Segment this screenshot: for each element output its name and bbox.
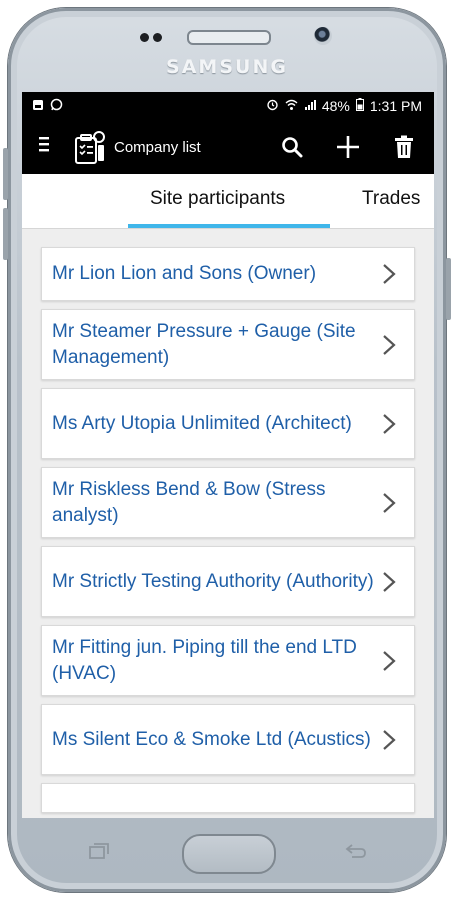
volume-up-button <box>3 148 8 200</box>
earpiece <box>187 30 271 45</box>
search-icon <box>282 137 303 158</box>
active-tab-indicator <box>128 224 330 228</box>
company-list-logo-icon <box>72 129 108 165</box>
list-item[interactable]: Mr Strictly Testing Authority (Authority… <box>41 546 415 617</box>
chevron-right-icon <box>383 413 396 434</box>
recent-apps-icon[interactable] <box>88 842 110 860</box>
delete-button[interactable] <box>384 127 424 167</box>
add-icon <box>337 136 359 158</box>
home-button[interactable] <box>182 834 276 874</box>
chevron-right-icon <box>383 729 396 750</box>
add-button[interactable] <box>328 127 368 167</box>
page-title: Company list <box>114 138 201 156</box>
participant-name: Mr Steamer Pressure + Gauge (Site Manage… <box>52 320 356 368</box>
chevron-right-icon <box>383 650 396 671</box>
gallery-icon <box>32 99 44 114</box>
chevron-right-icon <box>383 492 396 513</box>
front-camera <box>314 27 332 45</box>
participant-name: Mr Strictly Testing Authority (Authority… <box>52 570 374 592</box>
chevron-right-icon <box>383 334 396 355</box>
back-icon[interactable] <box>344 842 368 860</box>
volume-down-button <box>3 208 8 260</box>
search-button[interactable] <box>272 127 312 167</box>
whatsapp-icon <box>50 98 63 114</box>
signal-icon <box>304 99 316 114</box>
participant-name: Ms Silent Eco & Smoke Ltd (Acustics) <box>52 728 371 750</box>
participant-name: Mr Lion Lion and Sons (Owner) <box>52 263 317 284</box>
list-item[interactable]: Ms Arty Utopia Unlimited (Architect) <box>41 388 415 459</box>
list-item[interactable]: Mr Fitting jun. Piping till the end LTD … <box>41 625 415 696</box>
status-bar: 48% 1:31 PM <box>22 92 434 120</box>
status-time: 1:31 PM <box>369 98 422 114</box>
power-button <box>446 258 451 320</box>
tab-bar: Site participants Trades <box>22 174 434 229</box>
list-item[interactable]: Mr Riskless Bend & Bow (Stress analyst) <box>41 467 415 538</box>
chevron-right-icon <box>383 264 396 284</box>
participant-name: Ms Arty Utopia Unlimited (Architect) <box>52 412 352 434</box>
participant-name: Mr Riskless Bend & Bow (Stress analyst) <box>52 478 326 526</box>
app-bar: Company list <box>22 120 434 174</box>
light-sensor <box>153 33 162 42</box>
battery-percentage: 48% <box>321 98 350 114</box>
alarm-icon <box>266 98 279 114</box>
list-item[interactable]: Mr Lion Lion and Sons (Owner) <box>41 247 415 301</box>
list-item[interactable]: Ms Silent Eco & Smoke Ltd (Acustics) <box>41 704 415 775</box>
participants-list: Mr Lion Lion and Sons (Owner) Mr Steamer… <box>22 229 434 813</box>
tab-site-participants[interactable]: Site participants <box>150 188 285 210</box>
wifi-icon <box>285 99 298 114</box>
battery-icon <box>355 98 364 114</box>
screen: 48% 1:31 PM Company list Site participan… <box>22 92 434 818</box>
list-item[interactable] <box>41 783 415 813</box>
trash-icon <box>395 135 413 158</box>
proximity-sensor <box>140 33 149 42</box>
participant-name: Mr Fitting jun. Piping till the end LTD … <box>52 636 357 684</box>
menu-icon[interactable] <box>38 135 58 159</box>
list-item[interactable]: Mr Steamer Pressure + Gauge (Site Manage… <box>41 309 415 380</box>
chevron-right-icon <box>383 571 396 592</box>
brand-logo: SAMSUNG <box>166 56 288 78</box>
tab-trades[interactable]: Trades <box>362 188 420 210</box>
